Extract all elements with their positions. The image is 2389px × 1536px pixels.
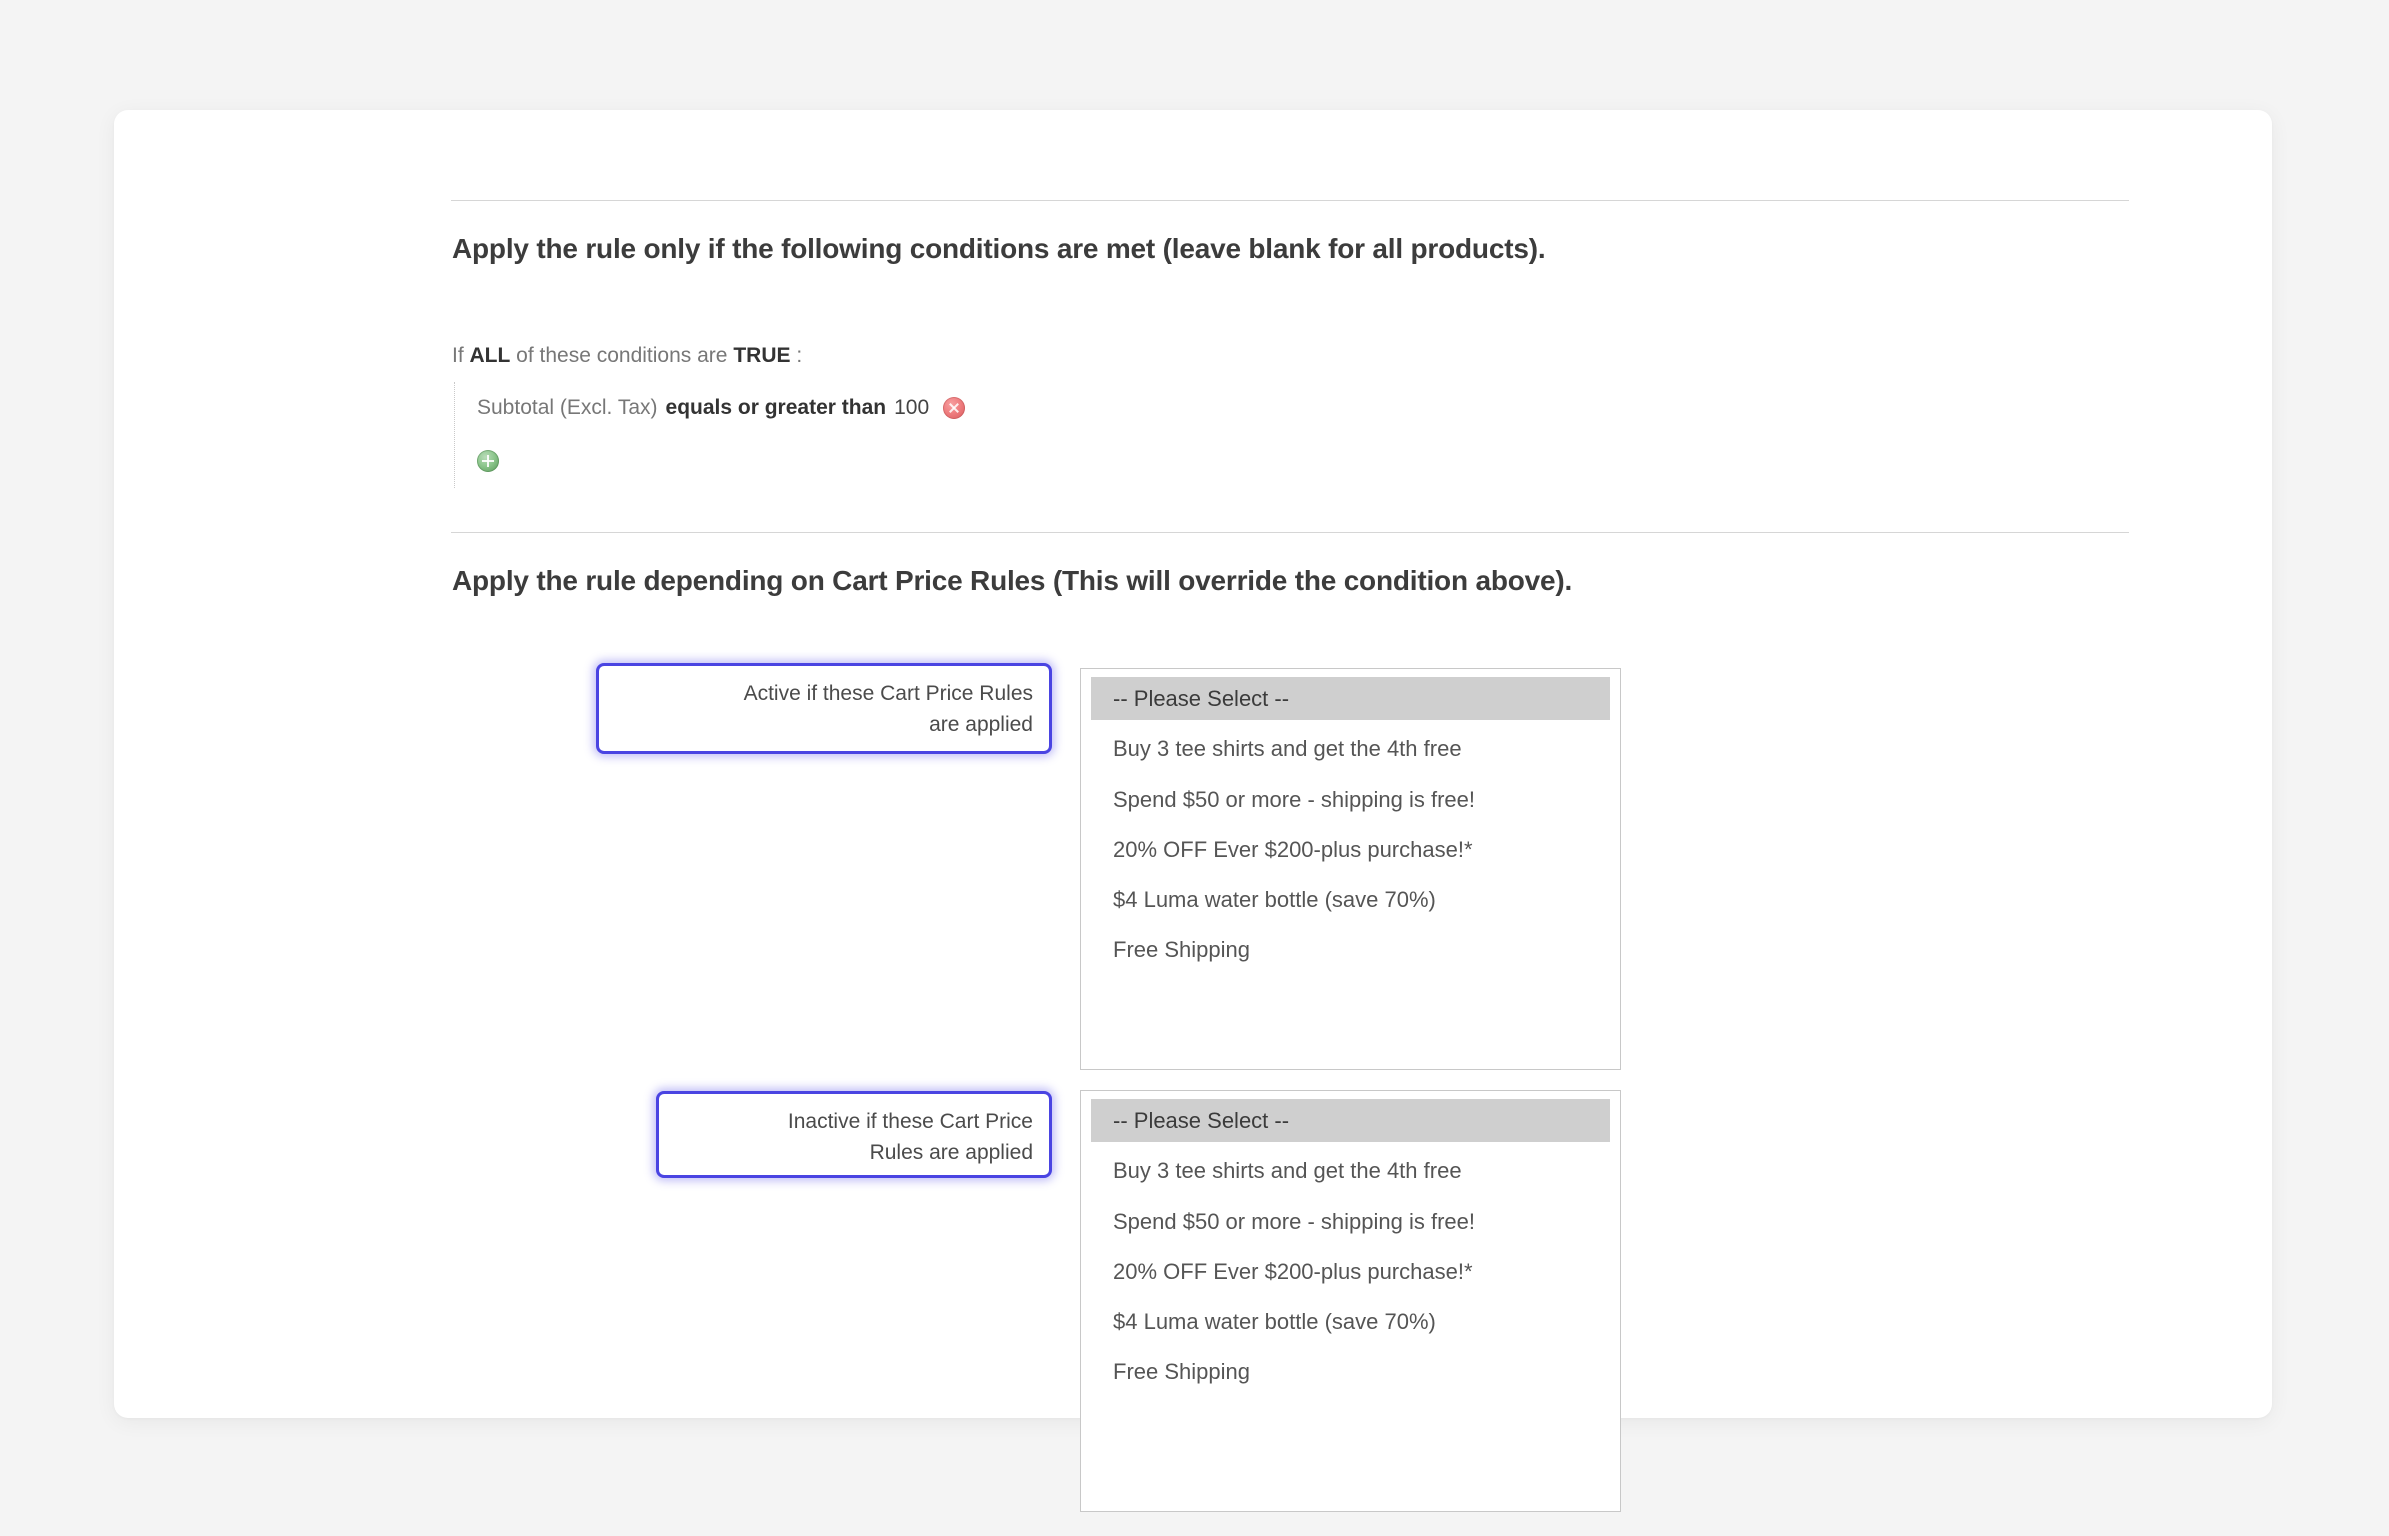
conditions-section-title: Apply the rule only if the following con… (452, 233, 1546, 264)
list-item[interactable]: Buy 3 tee shirts and get the 4th free (1091, 727, 1610, 770)
conditions-root-middle: of these conditions are (510, 344, 734, 367)
condition-operator-link[interactable]: equals or greater than (666, 396, 887, 420)
label-active-cart-price-rules: Active if these Cart Price Rules are app… (596, 663, 1052, 754)
list-item[interactable]: -- Please Select -- (1091, 677, 1610, 721)
list-item[interactable]: 20% OFF Ever $200-plus purchase!* (1091, 1250, 1610, 1293)
cart-rules-section-divider (451, 532, 2129, 533)
delete-circle-icon[interactable] (943, 397, 966, 419)
active-cart-price-rules-multiselect[interactable]: -- Please Select -- Buy 3 tee shirts and… (1080, 668, 1621, 1070)
list-item[interactable]: Spend $50 or more - shipping is free! (1091, 1200, 1610, 1243)
list-item[interactable]: Buy 3 tee shirts and get the 4th free (1091, 1149, 1610, 1192)
list-item[interactable]: Spend $50 or more - shipping is free! (1091, 778, 1610, 821)
cart-rules-section-title: Apply the rule depending on Cart Price R… (452, 565, 1573, 596)
conditions-root-suffix: : (790, 344, 803, 367)
list-item[interactable]: -- Please Select -- (1091, 1099, 1610, 1143)
list-item[interactable]: Free Shipping (1091, 928, 1610, 971)
conditions-value-link[interactable]: TRUE (733, 344, 790, 367)
conditions-root-prefix: If (452, 344, 470, 367)
condition-value-link[interactable]: 100 (894, 396, 929, 420)
content-card: Apply the rule only if the following con… (114, 110, 2272, 1512)
condition-attribute-link[interactable]: Subtotal (Excl. Tax) (477, 396, 658, 420)
list-item[interactable]: $4 Luma water bottle (save 70%) (1091, 878, 1610, 921)
label-inactive-line2: Rules are applied (869, 1141, 1033, 1165)
conditions-children-list: Subtotal (Excl. Tax) equals or greater t… (454, 382, 1455, 488)
conditions-aggregator-link[interactable]: ALL (470, 344, 511, 367)
condition-row: Subtotal (Excl. Tax) equals or greater t… (455, 382, 1455, 434)
conditions-section-divider (451, 200, 2129, 201)
condition-add-row (455, 434, 1455, 488)
add-circle-icon[interactable] (477, 450, 499, 472)
label-active-line1: Active if these Cart Price Rules (743, 682, 1033, 705)
conditions-root-line: If ALL of these conditions are TRUE : (452, 344, 802, 368)
list-item[interactable]: 20% OFF Ever $200-plus purchase!* (1091, 828, 1610, 871)
label-inactive-cart-price-rules: Inactive if these Cart Price Rules are a… (656, 1091, 1052, 1178)
page-root: Apply the rule only if the following con… (0, 0, 2389, 1536)
list-item[interactable]: Free Shipping (1091, 1350, 1610, 1393)
label-inactive-line1: Inactive if these Cart Price (787, 1110, 1033, 1133)
label-active-line2: are applied (929, 713, 1033, 737)
list-item[interactable]: $4 Luma water bottle (save 70%) (1091, 1300, 1610, 1343)
inactive-cart-price-rules-multiselect[interactable]: -- Please Select -- Buy 3 tee shirts and… (1080, 1090, 1621, 1512)
